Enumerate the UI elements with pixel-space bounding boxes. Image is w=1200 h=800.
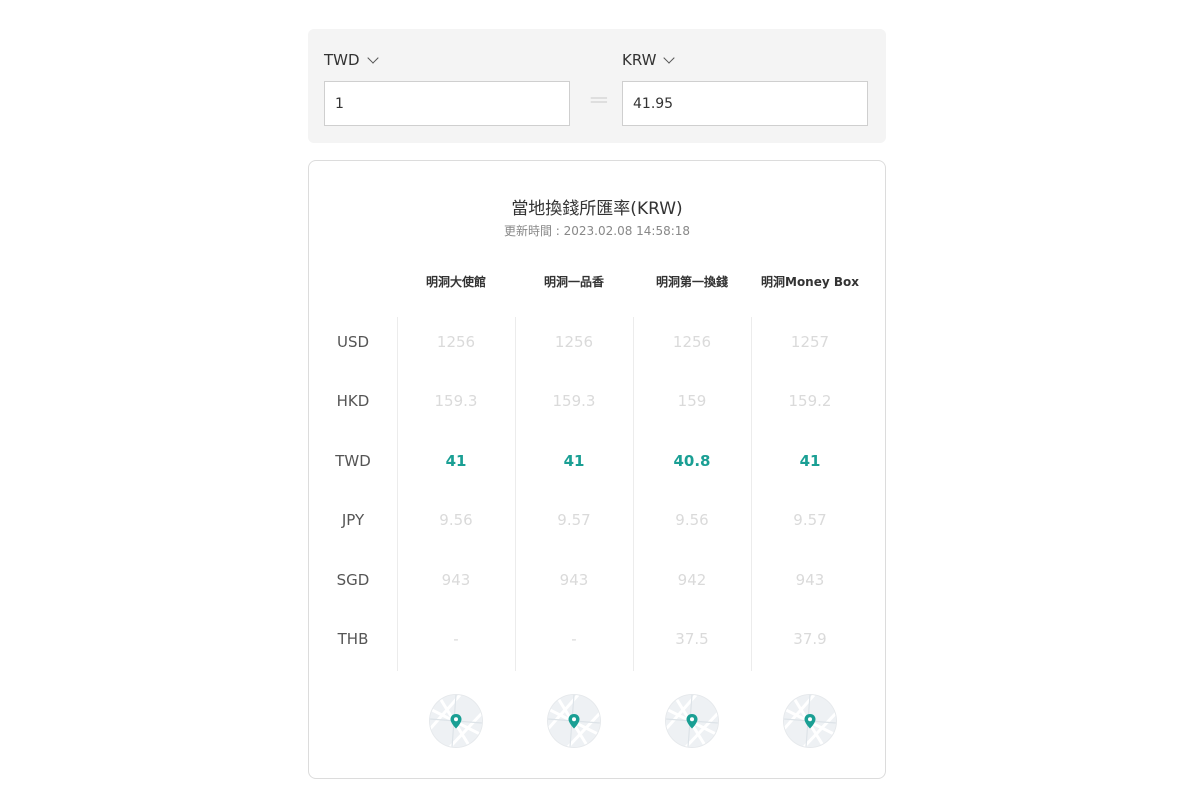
currency-row-label: SGD [336, 571, 370, 589]
column-divider [751, 317, 752, 671]
update-time: 更新時間 : 2023.02.08 14:58:18 [503, 224, 691, 238]
currency-row-label: HKD [336, 392, 370, 410]
to-currency-label: KRW [622, 51, 657, 69]
from-amount-input[interactable] [324, 81, 570, 126]
equals-sign: = [588, 85, 610, 115]
to-currency-select[interactable]: KRW [622, 51, 676, 69]
map-pin-icon [666, 695, 718, 747]
currency-row-label: USD [336, 333, 370, 351]
rate-cell: 9.57 [557, 511, 591, 529]
rate-cell: 943 [441, 571, 471, 589]
map-pin-icon [548, 695, 600, 747]
rate-cell: - [453, 630, 459, 648]
rate-cell: - [571, 630, 577, 648]
map-pin-icon [430, 695, 482, 747]
currency-row-label: TWD [335, 452, 371, 470]
currency-converter: TWD = KRW [308, 29, 886, 143]
column-divider [515, 317, 516, 671]
rate-cell: 41 [563, 452, 585, 470]
rate-cell: 9.57 [793, 511, 827, 529]
column-divider [397, 317, 398, 671]
map-location-button[interactable] [548, 695, 600, 747]
chevron-down-icon [663, 51, 676, 64]
rate-cell: 159 [677, 392, 707, 410]
column-header-exchanger: 明洞一品香 [543, 275, 604, 289]
map-location-button[interactable] [666, 695, 718, 747]
rate-cell: 943 [559, 571, 589, 589]
column-header-exchanger: 明洞大使館 [425, 275, 486, 289]
column-header-exchanger: 明洞第一換錢 [655, 275, 728, 289]
rate-cell: 159.2 [788, 392, 832, 410]
rate-cell: 942 [677, 571, 707, 589]
column-divider [633, 317, 634, 671]
rate-cell: 9.56 [675, 511, 709, 529]
from-currency-select[interactable]: TWD [324, 51, 379, 69]
rate-cell: 40.8 [673, 452, 711, 470]
rate-cell: 9.56 [439, 511, 473, 529]
rate-cell: 1256 [672, 333, 712, 351]
rate-cell: 943 [795, 571, 825, 589]
chevron-down-icon [366, 51, 379, 64]
rate-cell: 159.3 [434, 392, 478, 410]
to-amount-input[interactable] [622, 81, 868, 126]
from-currency-label: TWD [324, 51, 360, 69]
rate-cell: 37.9 [793, 630, 827, 648]
column-header-exchanger: 明洞Money Box [761, 275, 859, 289]
map-pin-icon [784, 695, 836, 747]
rate-cell: 41 [445, 452, 467, 470]
rate-cell: 1257 [790, 333, 830, 351]
rate-cell: 1256 [554, 333, 594, 351]
map-location-button[interactable] [784, 695, 836, 747]
currency-row-label: THB [337, 630, 369, 648]
rate-cell: 37.5 [675, 630, 709, 648]
rate-cell: 41 [799, 452, 821, 470]
card-title: 當地換錢所匯率(KRW) [511, 199, 683, 219]
rate-cell: 1256 [436, 333, 476, 351]
map-location-button[interactable] [430, 695, 482, 747]
currency-row-label: JPY [341, 511, 365, 529]
rate-cell: 159.3 [552, 392, 596, 410]
exchange-rate-card: 當地換錢所匯率(KRW) 更新時間 : 2023.02.08 14:58:18 … [308, 160, 886, 779]
